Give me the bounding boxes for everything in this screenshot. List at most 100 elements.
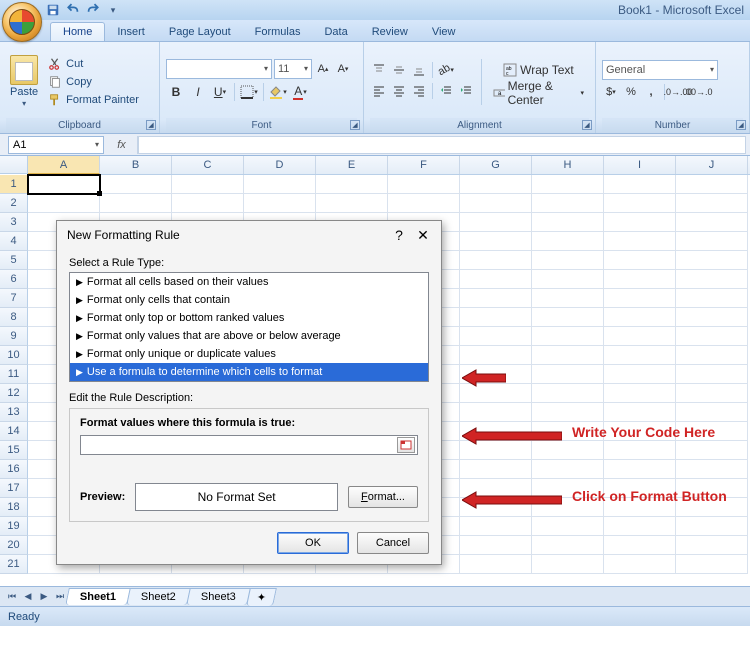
cell[interactable] [532, 517, 604, 536]
cell[interactable] [604, 403, 676, 422]
cell[interactable] [172, 175, 244, 194]
cell[interactable] [676, 346, 748, 365]
align-middle-button[interactable] [390, 61, 408, 79]
tab-home[interactable]: Home [50, 22, 105, 41]
decrease-indent-button[interactable] [437, 82, 455, 100]
rule-type-option[interactable]: ▶Format only cells that contain [70, 291, 428, 309]
cell[interactable] [604, 327, 676, 346]
cell[interactable] [532, 194, 604, 213]
align-bottom-button[interactable] [410, 61, 428, 79]
cell[interactable] [604, 232, 676, 251]
sheet-tab-1[interactable]: Sheet1 [65, 588, 131, 605]
rule-type-option[interactable]: ▶Format only values that are above or be… [70, 327, 428, 345]
cell[interactable] [532, 365, 604, 384]
row-header-14[interactable]: 14 [0, 422, 28, 441]
cell[interactable] [460, 536, 532, 555]
name-box[interactable]: A1▾ [8, 136, 104, 154]
cell[interactable] [460, 555, 532, 574]
cell[interactable] [244, 194, 316, 213]
cell[interactable] [604, 555, 676, 574]
format-button[interactable]: Format... [348, 486, 418, 508]
grow-font-button[interactable]: A▴ [314, 60, 332, 78]
column-header-B[interactable]: B [100, 156, 172, 174]
cell[interactable] [28, 175, 100, 194]
cell[interactable] [676, 555, 748, 574]
row-header-10[interactable]: 10 [0, 346, 28, 365]
column-header-I[interactable]: I [604, 156, 676, 174]
cell[interactable] [604, 536, 676, 555]
formula-input-field[interactable] [80, 435, 418, 455]
cell[interactable] [604, 441, 676, 460]
tab-review[interactable]: Review [360, 23, 420, 41]
number-dialog-launcher[interactable]: ◢ [736, 120, 746, 130]
cell[interactable] [532, 232, 604, 251]
cell[interactable] [676, 175, 748, 194]
cell[interactable] [604, 175, 676, 194]
cell[interactable] [604, 213, 676, 232]
row-header-21[interactable]: 21 [0, 555, 28, 574]
decrease-decimal-button[interactable]: .00→.0 [689, 83, 707, 101]
cell[interactable] [676, 251, 748, 270]
cell[interactable] [460, 289, 532, 308]
cancel-button[interactable]: Cancel [357, 532, 429, 554]
alignment-dialog-launcher[interactable]: ◢ [582, 120, 592, 130]
number-format-combo[interactable]: General▾ [602, 60, 718, 80]
cell[interactable] [604, 289, 676, 308]
cell[interactable] [604, 365, 676, 384]
cell[interactable] [460, 308, 532, 327]
align-center-button[interactable] [390, 82, 408, 100]
column-header-C[interactable]: C [172, 156, 244, 174]
cell[interactable] [532, 213, 604, 232]
cell[interactable] [676, 232, 748, 251]
orientation-button[interactable]: ab▾ [437, 61, 455, 79]
row-header-11[interactable]: 11 [0, 365, 28, 384]
cell[interactable] [532, 175, 604, 194]
cell[interactable] [316, 194, 388, 213]
cell[interactable] [676, 384, 748, 403]
cell[interactable] [460, 232, 532, 251]
cell[interactable] [604, 384, 676, 403]
sheet-nav-next[interactable]: ▶ [36, 589, 52, 605]
row-header-15[interactable]: 15 [0, 441, 28, 460]
column-header-J[interactable]: J [676, 156, 748, 174]
row-header-3[interactable]: 3 [0, 213, 28, 232]
range-selector-icon[interactable] [397, 437, 415, 453]
bold-button[interactable]: B [166, 82, 186, 102]
cell[interactable] [460, 346, 532, 365]
column-header-F[interactable]: F [388, 156, 460, 174]
percent-format-button[interactable]: % [622, 83, 640, 101]
cell[interactable] [604, 308, 676, 327]
shrink-font-button[interactable]: A▾ [334, 60, 352, 78]
cell[interactable] [604, 346, 676, 365]
cell[interactable] [460, 251, 532, 270]
sheet-tab-3[interactable]: Sheet3 [186, 588, 250, 605]
merge-center-button[interactable]: aMerge & Center▾ [488, 83, 589, 103]
cell[interactable] [460, 175, 532, 194]
cell[interactable] [676, 194, 748, 213]
column-header-E[interactable]: E [316, 156, 388, 174]
cell[interactable] [676, 365, 748, 384]
wrap-text-button[interactable]: abcWrap Text [488, 60, 589, 80]
cell[interactable] [676, 403, 748, 422]
cell[interactable] [316, 175, 388, 194]
cell[interactable] [532, 346, 604, 365]
cell[interactable] [460, 194, 532, 213]
dialog-help-button[interactable]: ? [387, 225, 411, 245]
cell[interactable] [460, 460, 532, 479]
row-header-8[interactable]: 8 [0, 308, 28, 327]
cell[interactable] [604, 517, 676, 536]
cell[interactable] [532, 251, 604, 270]
cell[interactable] [532, 308, 604, 327]
office-button[interactable] [2, 2, 42, 42]
row-header-4[interactable]: 4 [0, 232, 28, 251]
sheet-nav-first[interactable]: ⏮ [4, 589, 20, 605]
font-family-combo[interactable]: ▾ [166, 59, 272, 79]
cell[interactable] [532, 403, 604, 422]
select-all-corner[interactable] [0, 156, 28, 174]
cell[interactable] [604, 251, 676, 270]
cell[interactable] [532, 270, 604, 289]
cell[interactable] [676, 270, 748, 289]
rule-type-option[interactable]: ▶Format only top or bottom ranked values [70, 309, 428, 327]
row-header-1[interactable]: 1 [0, 175, 28, 194]
cell[interactable] [460, 270, 532, 289]
